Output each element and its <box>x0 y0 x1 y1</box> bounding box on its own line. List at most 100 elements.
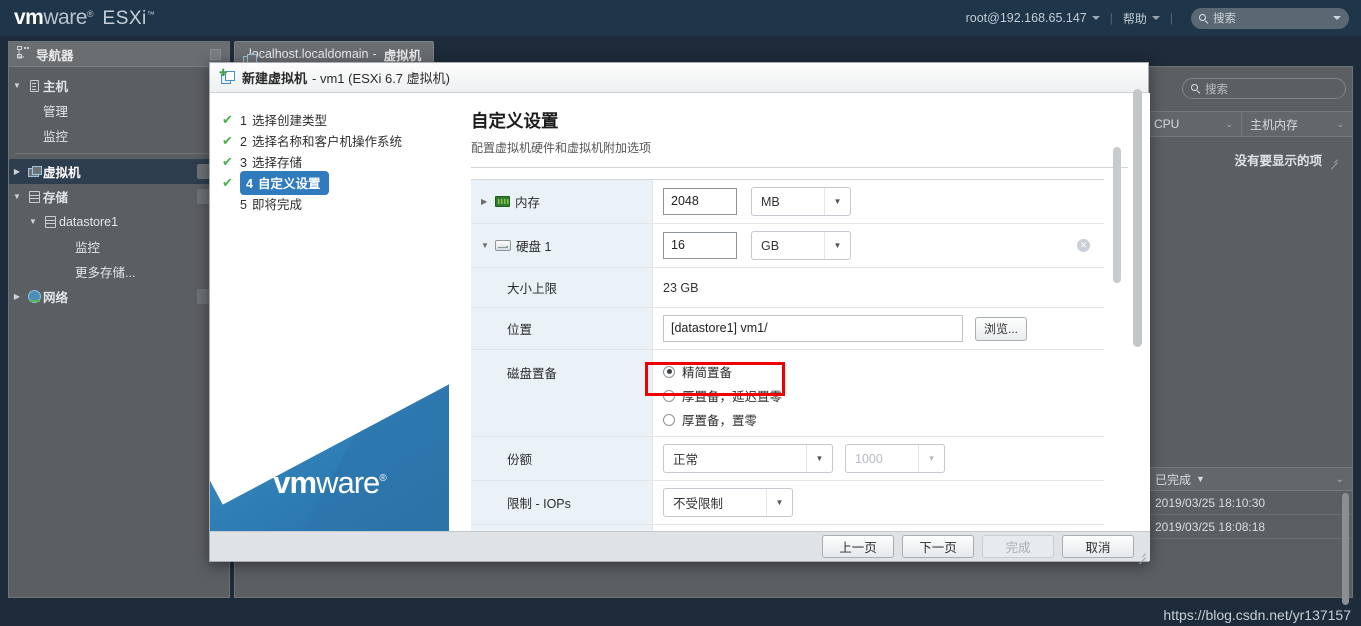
navigator-header: 导航器 <box>9 42 229 67</box>
wizard-step-5[interactable]: ✔ 5 即将完成 <box>220 193 449 214</box>
dialog-scrollbar[interactable] <box>1133 69 1142 555</box>
sidebar-item-more-storage[interactable]: 更多存储... <box>9 259 229 284</box>
row-label: 大小上限 <box>507 282 558 296</box>
sidebar-item-host[interactable]: ▼ 主机 <box>9 73 229 98</box>
navigator-tree: ▼ 主机 管理 监控 ▶ 虚拟机 ▼ 存储 ▼ datastore1 监控 更多… <box>9 67 229 309</box>
radio-label: 厚置备，置零 <box>682 414 758 428</box>
global-search-input[interactable]: 搜索 <box>1191 7 1349 29</box>
row-disk-provisioning-value-cell: 精简置备 厚置备，延迟置零 厚置备，置零 <box>653 350 1104 436</box>
expand-chevron-down-icon[interactable]: ▼ <box>25 217 41 226</box>
user-menu-label[interactable]: root@192.168.65.147 <box>966 11 1087 25</box>
dialog-title-bar[interactable]: ✚ 新建虚拟机 - vm1 (ESXi 6.7 虚拟机) <box>210 63 1148 93</box>
tasks-scrollbar-thumb[interactable] <box>1342 493 1349 605</box>
expand-chevron-down-icon[interactable]: ▼ <box>9 192 25 201</box>
wizard-step-3[interactable]: ✔ 3 选择存储 <box>220 151 449 172</box>
sidebar-item-label: 更多存储... <box>75 266 136 280</box>
hard-disk-size-input[interactable]: 16 <box>663 232 737 259</box>
sidebar-item-networking[interactable]: ▶ 网络 <box>9 284 229 309</box>
wizard-step-2[interactable]: ✔ 2 选择名称和客户机操作系统 <box>220 130 449 151</box>
sidebar-item-virtual-machines[interactable]: ▶ 虚拟机 <box>9 159 229 184</box>
vm-search-input[interactable]: 搜索 <box>1182 78 1346 99</box>
form-scrollbar[interactable] <box>1113 147 1121 447</box>
chevron-down-icon[interactable]: ▼ <box>766 489 792 516</box>
dialog-body: ✔ 1 选择创建类型 ✔ 2 选择名称和客户机操作系统 ✔ 3 选择存储 ✔ 4 自定义… <box>210 93 1150 533</box>
sidebar-item-manage[interactable]: 管理 <box>9 98 229 123</box>
column-header-cpu[interactable]: CPU ⌄ <box>1146 111 1242 137</box>
row-location-value-cell: [datastore1] vm1/ 浏览... <box>653 308 1104 349</box>
row-shares-label-cell: 份额 <box>471 437 653 480</box>
expand-chevron-down-icon[interactable]: ▼ <box>9 81 25 90</box>
sort-chevron-down-icon[interactable]: ⌄ <box>1336 474 1344 485</box>
global-search-chevron-down-icon[interactable] <box>1333 16 1341 20</box>
step-complete-check-icon: ✔ <box>222 153 233 169</box>
dialog-scrollbar-thumb[interactable] <box>1133 89 1142 347</box>
sort-chevron-down-icon[interactable]: ⌄ <box>1225 119 1233 130</box>
logo-ware-text: ware <box>316 465 380 500</box>
divider: | <box>1169 11 1173 25</box>
sidebar-item-storage[interactable]: ▼ 存储 <box>9 184 229 209</box>
hard-disk-unit-value: GB <box>761 238 780 253</box>
filter-caret-down-icon[interactable]: ▼ <box>1196 474 1205 484</box>
tab-host-label: localhost.localdomain <box>249 47 369 61</box>
sidebar-item-label: 存储 <box>43 191 69 205</box>
form-header: 自定义设置 配置虚拟机硬件和虚拟机附加选项 <box>449 93 1150 168</box>
user-menu-chevron-down-icon[interactable] <box>1091 16 1100 20</box>
chevron-down-icon[interactable]: ▼ <box>824 232 850 259</box>
tasks-scrollbar[interactable] <box>1342 493 1349 605</box>
radio-thick-lazy-zeroed[interactable]: 厚置备，延迟置零 <box>663 386 782 405</box>
resize-handle-icon[interactable] <box>1329 155 1338 164</box>
chevron-down-icon[interactable]: ▼ <box>806 445 832 472</box>
sidebar-item-datastore-monitor[interactable]: 监控 <box>9 234 229 259</box>
page-subtitle: 配置虚拟机硬件和虚拟机附加选项 <box>471 141 652 155</box>
help-menu-chevron-down-icon[interactable] <box>1151 16 1160 20</box>
sidebar-item-datastore1[interactable]: ▼ datastore1 <box>9 209 229 234</box>
step-number: 2 <box>240 135 247 149</box>
sidebar-item-label: 主机 <box>43 80 69 94</box>
navigator-icon <box>17 46 30 62</box>
expand-chevron-right-icon[interactable]: ▶ <box>9 292 25 301</box>
wizard-step-1[interactable]: ✔ 1 选择创建类型 <box>220 109 449 130</box>
disk-provisioning-radio-group: 精简置备 厚置备，延迟置零 厚置备，置零 <box>663 362 782 429</box>
hard-disk-unit-select[interactable]: GB ▼ <box>751 231 851 260</box>
sort-chevron-down-icon[interactable]: ⌄ <box>1336 119 1344 130</box>
shares-level-value: 正常 <box>673 453 699 467</box>
expand-chevron-right-icon[interactable]: ▶ <box>481 197 495 206</box>
dialog-resize-handle-icon[interactable] <box>1137 549 1146 558</box>
navigator-collapse-button[interactable] <box>210 48 221 60</box>
memory-unit-select[interactable]: MB ▼ <box>751 187 851 216</box>
vm-toolbar: 搜索 <box>1182 78 1346 99</box>
help-menu-label[interactable]: 帮助 <box>1123 10 1147 27</box>
memory-size-input[interactable]: 2048 <box>663 188 737 215</box>
tab-section-label: 虚拟机 <box>383 48 422 63</box>
column-header-host-memory[interactable]: 主机内存 ⌄ <box>1242 111 1352 137</box>
collapse-chevron-down-icon[interactable]: ▼ <box>481 241 495 250</box>
step-label: 选择存储 <box>251 156 302 170</box>
remove-device-icon[interactable]: ✕ <box>1077 239 1090 252</box>
shares-level-select[interactable]: 正常 ▼ <box>663 444 833 473</box>
radio-indicator-selected-icon <box>663 365 675 378</box>
limit-iops-select[interactable]: 不受限制 ▼ <box>663 488 793 517</box>
row-hard-disk-1: ▼ 硬盘 1 16 GB ▼ ✕ <box>471 224 1104 268</box>
wizard-step-4[interactable]: ✔ 4 自定义设置 <box>220 170 449 195</box>
next-button[interactable]: 下一页 <box>902 535 974 558</box>
expand-chevron-right-icon[interactable]: ▶ <box>9 167 25 176</box>
form-scrollbar-thumb[interactable] <box>1113 147 1121 283</box>
step-complete-check-icon: ✔ <box>222 132 233 148</box>
wizard-steps-panel: ✔ 1 选择创建类型 ✔ 2 选择名称和客户机操作系统 ✔ 3 选择存储 ✔ 4 自定义… <box>210 93 449 533</box>
row-maximum-size-value-cell: 23 GB <box>653 268 1104 307</box>
radio-thin-provision[interactable]: 精简置备 <box>663 362 782 381</box>
chevron-down-icon[interactable]: ▼ <box>824 188 850 215</box>
chevron-down-icon: ▼ <box>918 445 944 472</box>
column-header-completed[interactable]: 已完成 ▼ ⌄ <box>1147 467 1352 491</box>
back-button[interactable]: 上一页 <box>822 535 894 558</box>
row-hard-disk-label-cell: ▼ 硬盘 1 <box>471 224 653 267</box>
radio-indicator-icon <box>663 389 675 402</box>
column-label: 主机内存 <box>1250 117 1299 132</box>
cancel-button[interactable]: 取消 <box>1062 535 1134 558</box>
empty-message: 没有要显示的项 <box>1234 153 1322 168</box>
radio-thick-eager-zeroed[interactable]: 厚置备，置零 <box>663 410 782 429</box>
row-limit-iops: 限制 - IOPs 不受限制 ▼ <box>471 481 1104 525</box>
location-input[interactable]: [datastore1] vm1/ <box>663 315 963 342</box>
sidebar-item-monitor[interactable]: 监控 <box>9 123 229 148</box>
browse-button[interactable]: 浏览... <box>975 316 1028 341</box>
